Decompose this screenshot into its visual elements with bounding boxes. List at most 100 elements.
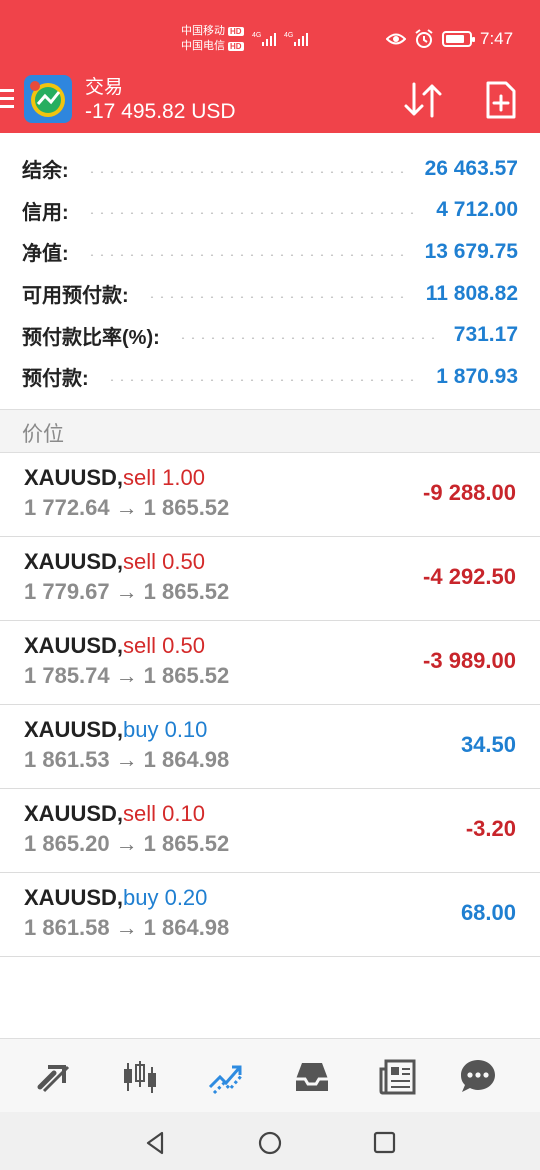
position-row[interactable]: XAUUSD, sell 1.00 1 772.64 → 1 865.52 -9… bbox=[0, 453, 540, 537]
signal-icon: 4G bbox=[252, 32, 276, 46]
position-side: sell 0.10 bbox=[123, 801, 205, 826]
clock: 7:47 bbox=[480, 29, 514, 48]
status-right: 7:47 bbox=[386, 29, 513, 49]
home-icon[interactable] bbox=[255, 1128, 285, 1158]
alarm-icon bbox=[415, 29, 433, 48]
summary-row-margin: 预付款: 1 870.93 bbox=[0, 356, 540, 398]
trade-icon[interactable] bbox=[204, 1055, 248, 1099]
position-profit: -9 288.00 bbox=[423, 480, 516, 505]
summary-value: 1 870.93 bbox=[436, 364, 518, 388]
back-icon[interactable] bbox=[140, 1128, 170, 1158]
summary-value: 26 463.57 bbox=[424, 156, 518, 180]
account-profit: -17 495.82 USD bbox=[85, 100, 236, 123]
carrier-info: 中国移动 HD 中国电信 HD bbox=[181, 24, 244, 54]
arrow-right-icon: → bbox=[115, 579, 138, 604]
summary-row-margin-level: 预付款比率(%): 731.17 bbox=[0, 314, 540, 356]
account-summary: 结余: 26 463.57 信用: 4 712.00 净值: 13 679.75… bbox=[0, 148, 540, 398]
arrow-right-icon: → bbox=[115, 663, 138, 688]
sort-icon[interactable] bbox=[402, 80, 444, 120]
history-icon[interactable] bbox=[290, 1055, 334, 1099]
position-row[interactable]: XAUUSD, buy 0.10 1 861.53 → 1 864.98 34.… bbox=[0, 705, 540, 789]
summary-value: 731.17 bbox=[453, 323, 518, 347]
position-row[interactable]: XAUUSD, buy 0.20 1 861.58 → 1 864.98 68.… bbox=[0, 873, 540, 957]
position-profit: -3.20 bbox=[465, 816, 516, 841]
current-price: 1 865.52 bbox=[143, 831, 230, 856]
position-symbol: XAUUSD, bbox=[24, 801, 124, 826]
current-price: 1 865.52 bbox=[143, 495, 230, 520]
current-price: 1 864.98 bbox=[143, 747, 230, 772]
position-symbol: XAUUSD, bbox=[24, 717, 124, 742]
app-logo bbox=[24, 75, 72, 123]
position-side: buy 0.10 bbox=[123, 717, 208, 742]
battery-icon bbox=[442, 31, 475, 47]
position-symbol: XAUUSD, bbox=[24, 549, 124, 574]
dotted-leader bbox=[86, 253, 407, 256]
current-price: 1 865.52 bbox=[143, 579, 230, 604]
summary-row-equity: 净值: 13 679.75 bbox=[0, 231, 540, 273]
section-title: 价位 bbox=[22, 423, 64, 446]
network-label: 4G bbox=[284, 32, 293, 39]
system-nav-bar bbox=[0, 1112, 540, 1170]
open-price: 1 861.58 bbox=[24, 915, 110, 940]
menu-icon[interactable] bbox=[0, 89, 14, 111]
carrier-1: 中国移动 bbox=[181, 25, 225, 37]
arrow-right-icon: → bbox=[115, 495, 138, 520]
arrow-right-icon: → bbox=[115, 915, 138, 940]
summary-value: 4 712.00 bbox=[436, 198, 518, 222]
open-price: 1 785.74 bbox=[24, 663, 110, 688]
news-icon[interactable] bbox=[376, 1055, 420, 1099]
quotes-icon[interactable] bbox=[32, 1055, 76, 1099]
dotted-leader bbox=[146, 295, 408, 298]
current-price: 1 864.98 bbox=[143, 915, 230, 940]
bottom-tab-bar bbox=[0, 1038, 540, 1112]
chart-icon[interactable] bbox=[118, 1055, 162, 1099]
position-side: sell 1.00 bbox=[123, 465, 205, 490]
carrier-2: 中国电信 bbox=[181, 40, 225, 52]
dotted-leader bbox=[177, 337, 436, 340]
position-row[interactable]: XAUUSD, sell 0.50 1 785.74 → 1 865.52 -3… bbox=[0, 621, 540, 705]
recents-icon[interactable] bbox=[370, 1128, 400, 1158]
positions-section-header: 价位 bbox=[0, 409, 540, 453]
summary-label: 净值: bbox=[22, 243, 69, 266]
page-title: 交易 bbox=[85, 77, 124, 98]
position-profit: -3 989.00 bbox=[423, 648, 516, 673]
dotted-leader bbox=[86, 212, 419, 215]
summary-label: 预付款: bbox=[22, 368, 89, 391]
position-side: buy 0.20 bbox=[123, 885, 208, 910]
position-prices: 1 772.64 → 1 865.52 bbox=[24, 495, 229, 521]
arrow-right-icon: → bbox=[115, 747, 138, 772]
arrow-right-icon: → bbox=[115, 831, 138, 856]
hd-badge: HD bbox=[228, 42, 244, 51]
dotted-leader bbox=[106, 378, 419, 381]
position-prices: 1 861.58 → 1 864.98 bbox=[24, 915, 229, 941]
open-price: 1 865.20 bbox=[24, 831, 110, 856]
open-price: 1 772.64 bbox=[24, 495, 110, 520]
new-order-icon[interactable] bbox=[484, 80, 518, 120]
position-prices: 1 785.74 → 1 865.52 bbox=[24, 663, 229, 689]
summary-row-balance: 结余: 26 463.57 bbox=[0, 148, 540, 190]
position-prices: 1 779.67 → 1 865.52 bbox=[24, 579, 229, 605]
app-header: 中国移动 HD 中国电信 HD 4G 4G 7:47 交易 -17 495.82… bbox=[0, 0, 540, 133]
summary-label: 可用预付款: bbox=[22, 285, 129, 308]
position-prices: 1 861.53 → 1 864.98 bbox=[24, 747, 229, 773]
hd-badge: HD bbox=[228, 27, 244, 36]
status-bar: 中国移动 HD 中国电信 HD 4G 4G 7:47 bbox=[0, 0, 540, 80]
summary-value: 11 808.82 bbox=[425, 281, 518, 305]
positions-list: XAUUSD, sell 1.00 1 772.64 → 1 865.52 -9… bbox=[0, 453, 540, 957]
open-price: 1 779.67 bbox=[24, 579, 110, 604]
summary-value: 13 679.75 bbox=[424, 239, 518, 263]
summary-label: 信用: bbox=[22, 201, 69, 224]
position-symbol: XAUUSD, bbox=[24, 465, 124, 490]
position-prices: 1 865.20 → 1 865.52 bbox=[24, 831, 229, 857]
summary-label: 结余: bbox=[22, 160, 69, 183]
position-symbol: XAUUSD, bbox=[24, 633, 124, 658]
dotted-leader bbox=[86, 170, 407, 173]
position-symbol: XAUUSD, bbox=[24, 885, 124, 910]
signal-icon: 4G bbox=[284, 32, 308, 46]
position-profit: 68.00 bbox=[460, 900, 516, 925]
summary-row-credit: 信用: 4 712.00 bbox=[0, 190, 540, 232]
position-row[interactable]: XAUUSD, sell 0.50 1 779.67 → 1 865.52 -4… bbox=[0, 537, 540, 621]
position-profit: -4 292.50 bbox=[423, 564, 516, 589]
chat-icon[interactable] bbox=[456, 1055, 500, 1099]
position-row[interactable]: XAUUSD, sell 0.10 1 865.20 → 1 865.52 -3… bbox=[0, 789, 540, 873]
